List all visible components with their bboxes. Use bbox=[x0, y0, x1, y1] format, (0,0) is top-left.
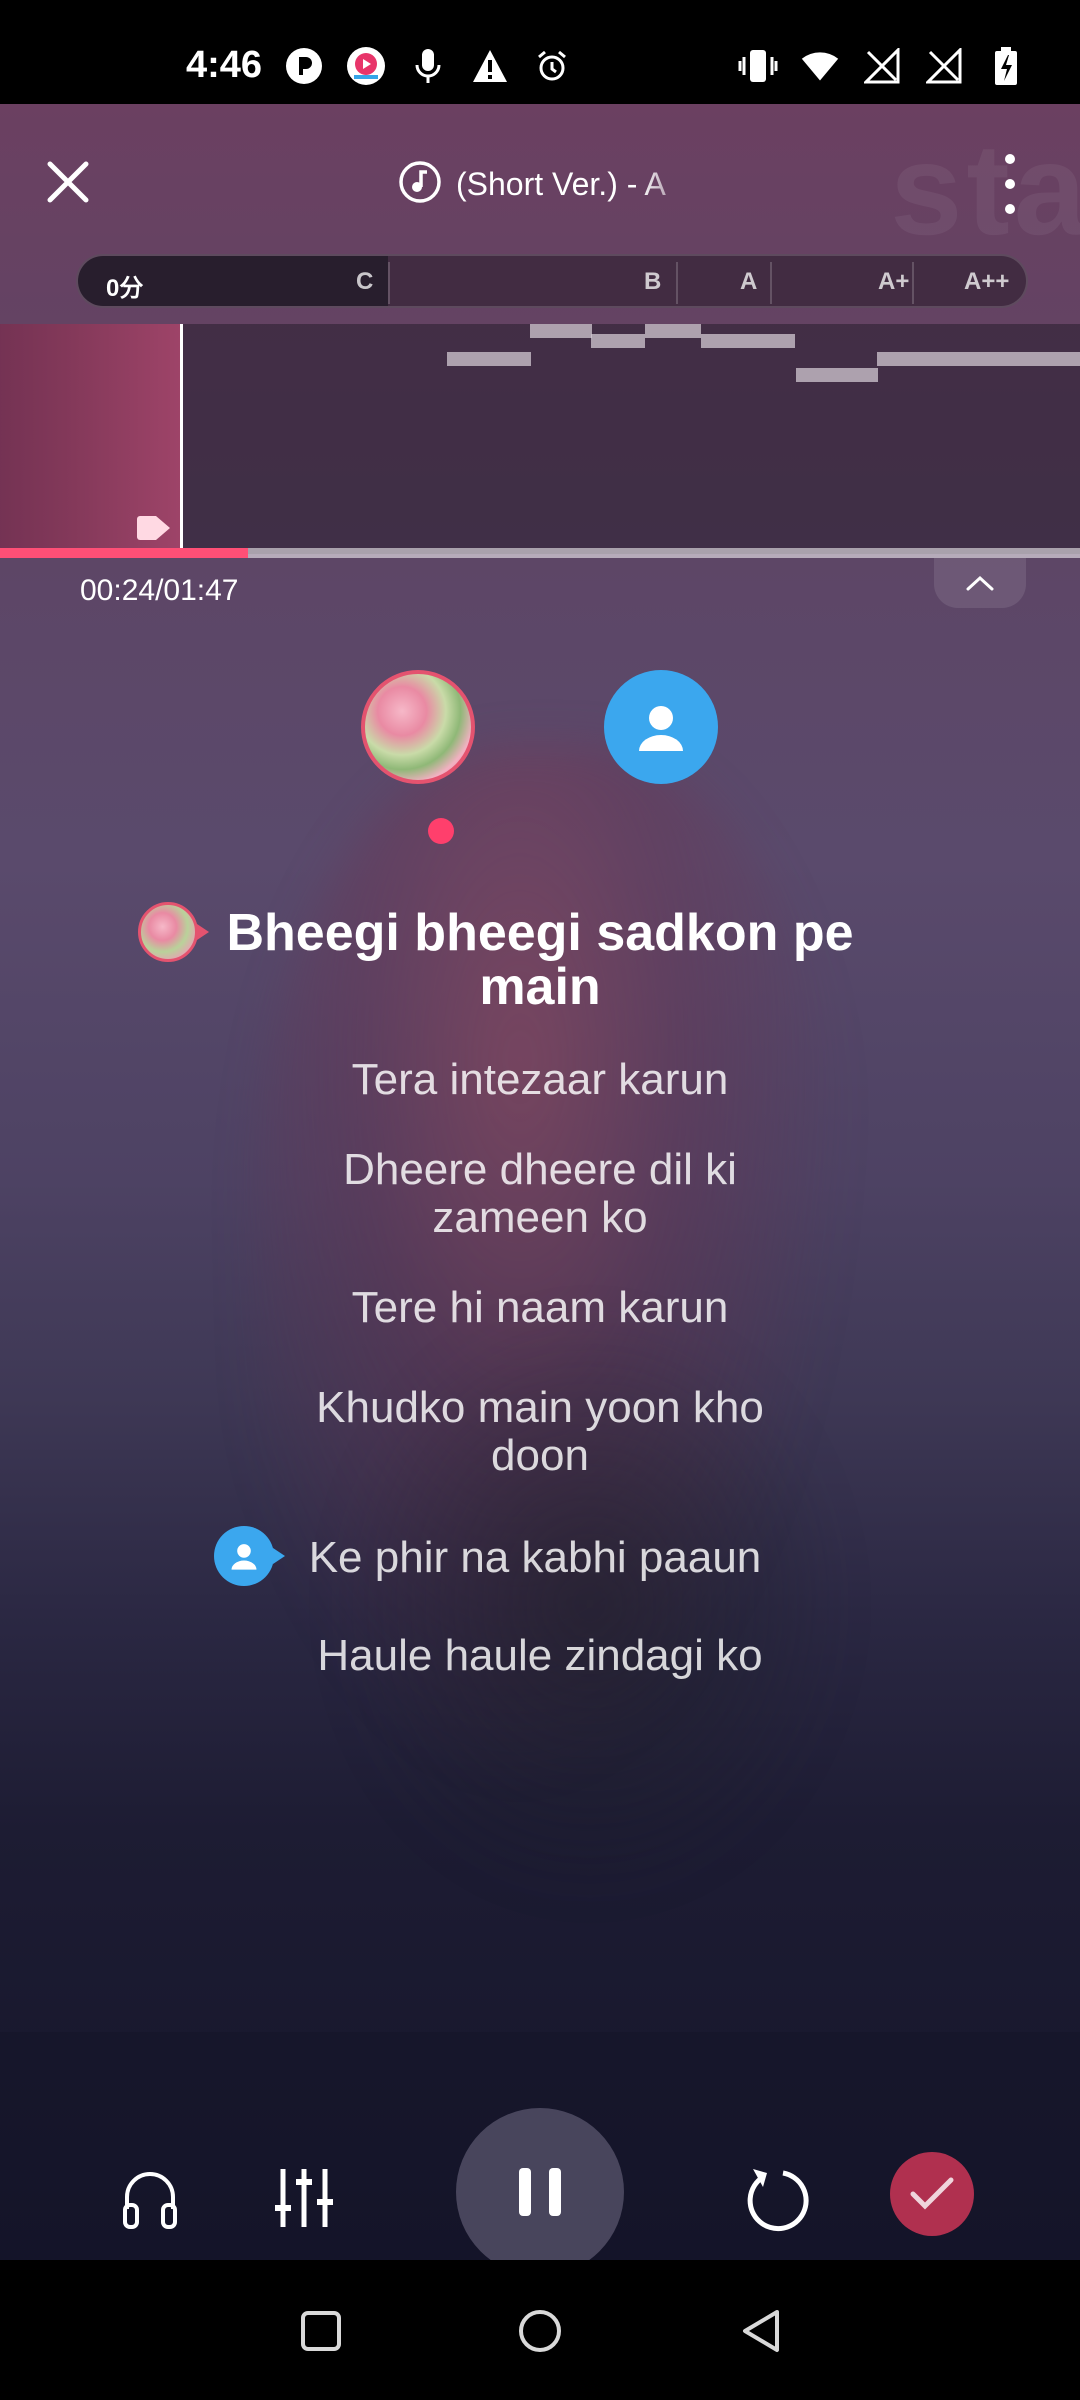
grade-a-plus-plus: A++ bbox=[964, 268, 1010, 295]
battery-charging-icon bbox=[986, 46, 1026, 86]
back-triangle-icon bbox=[743, 2310, 779, 2352]
vibrate-icon bbox=[738, 46, 778, 86]
recents-button[interactable] bbox=[296, 2306, 346, 2356]
mixer-icon bbox=[275, 2169, 333, 2227]
pitch-note bbox=[447, 352, 531, 366]
score-bar: 0分 C B A A+ A++ bbox=[76, 254, 1028, 308]
background-watermark: sta bbox=[890, 116, 1080, 262]
status-time: 4:46 bbox=[186, 44, 263, 86]
singer-avatar-partner[interactable] bbox=[361, 670, 475, 784]
playback-progress[interactable] bbox=[0, 548, 1080, 558]
back-button[interactable] bbox=[736, 2306, 786, 2356]
more-dot-icon bbox=[1005, 154, 1015, 164]
lyric-line: Tera intezaar karun bbox=[351, 1055, 729, 1104]
circle-icon bbox=[519, 2310, 561, 2352]
pitch-note bbox=[591, 334, 645, 348]
warning-icon bbox=[470, 46, 510, 86]
restart-icon bbox=[747, 2169, 809, 2232]
active-singer-dot bbox=[428, 818, 454, 844]
grade-b: B bbox=[644, 268, 662, 295]
more-options-button[interactable] bbox=[998, 154, 1022, 214]
collapse-button[interactable] bbox=[934, 558, 1026, 608]
grade-c: C bbox=[356, 268, 374, 295]
square-icon bbox=[301, 2311, 341, 2351]
no-signal-icon bbox=[924, 46, 964, 86]
chevron-up-icon bbox=[966, 575, 994, 591]
pitch-note bbox=[645, 324, 701, 338]
karaoke-recording-screen: sta (Short Ver.) - A 0分 C B A A+ A++ 00:… bbox=[0, 104, 1080, 2260]
song-title-text: (Short Ver.) - A bbox=[456, 166, 666, 202]
close-icon bbox=[47, 161, 89, 203]
playback-progress-fill bbox=[0, 548, 249, 558]
grade-a: A bbox=[740, 268, 758, 295]
singer-avatar-user[interactable] bbox=[604, 670, 718, 784]
headphones-button[interactable] bbox=[112, 2160, 188, 2236]
alarm-icon bbox=[532, 46, 572, 86]
playback-time: 00:24/01:47 bbox=[80, 574, 239, 607]
close-button[interactable] bbox=[44, 158, 92, 206]
lyric-line-next: ··· ··· ··· ··· bbox=[433, 1724, 647, 1750]
song-title[interactable]: (Short Ver.) - A bbox=[398, 160, 686, 209]
app-badge-icon bbox=[346, 46, 386, 86]
pitch-indicator-icon bbox=[136, 514, 172, 542]
headphones-icon bbox=[123, 2172, 177, 2229]
pitch-note bbox=[530, 324, 592, 338]
mixer-button[interactable] bbox=[266, 2160, 342, 2236]
lyric-line: Khudko main yoon kho doon bbox=[316, 1383, 764, 1480]
grade-a-plus: A+ bbox=[878, 268, 910, 295]
pitch-cursor bbox=[180, 324, 183, 554]
user-icon bbox=[231, 1544, 257, 1570]
p-icon bbox=[284, 46, 324, 86]
current-score: 0分 bbox=[106, 275, 144, 302]
wifi-icon bbox=[800, 46, 840, 86]
restart-button[interactable] bbox=[738, 2160, 814, 2236]
pitch-note bbox=[796, 368, 878, 382]
check-icon bbox=[910, 2177, 954, 2210]
current-lyric: Bheegi bheegi sadkon pe main bbox=[226, 904, 854, 1016]
no-signal-icon bbox=[862, 46, 902, 86]
lyric-line: Ke phir na kabhi paaun bbox=[308, 1533, 762, 1582]
lyric-line: Tere hi naam karun bbox=[351, 1283, 729, 1332]
finish-button[interactable] bbox=[890, 2152, 974, 2236]
pitch-guide bbox=[0, 324, 1080, 554]
pause-icon bbox=[519, 2168, 561, 2216]
pitch-note bbox=[877, 352, 1080, 366]
pitch-note bbox=[701, 334, 795, 348]
system-nav-bar bbox=[0, 2260, 1080, 2400]
lyric-singer-avatar bbox=[138, 902, 198, 962]
home-button[interactable] bbox=[515, 2306, 565, 2356]
microphone-icon bbox=[408, 46, 448, 86]
status-bar: 4:46 bbox=[0, 0, 1080, 104]
music-note-icon bbox=[398, 160, 442, 209]
user-icon bbox=[639, 706, 683, 751]
lyric-line: Dheere dheere dil ki zameen ko bbox=[343, 1145, 737, 1242]
lyric-line: Haule haule zindagi ko bbox=[317, 1631, 763, 1680]
